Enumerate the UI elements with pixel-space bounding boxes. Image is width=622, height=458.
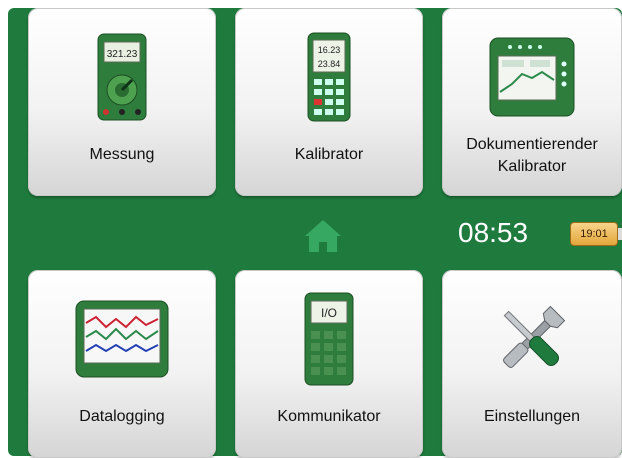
tile-datalogging[interactable]: Datalogging (28, 270, 216, 458)
svg-text:321.23: 321.23 (107, 49, 138, 60)
tile-label: Kommunikator (277, 408, 381, 425)
battery-tip (618, 228, 622, 240)
tile-label: Einstellungen (483, 408, 581, 425)
calibrator-icon: 16.23 23.84 (304, 32, 354, 122)
tile-label: Kalibrator (294, 146, 364, 163)
communicator-icon: I/O (301, 292, 357, 386)
home-icon[interactable] (303, 218, 343, 259)
svg-text:I/O: I/O (321, 306, 337, 320)
status-bar: 08:53 19:01 (8, 198, 622, 270)
svg-text:16.23: 16.23 (318, 45, 341, 55)
tile-kommunikator[interactable]: I/O Kommunikator (235, 270, 423, 458)
tile-kalibrator[interactable]: 16.23 23.84 Kalibrator (235, 8, 423, 196)
tile-label-line1: Dokumentierender (466, 136, 598, 153)
svg-text:23.84: 23.84 (318, 59, 341, 69)
datalogger-icon (74, 294, 170, 384)
tile-messung[interactable]: 321.23 Messung (28, 8, 216, 196)
tile-label: Dokumentierender Kalibrator (442, 134, 622, 178)
tile-label: Messung (89, 146, 155, 163)
wrench-screwdriver-icon (492, 294, 572, 384)
tile-dokumentierender-kalibrator[interactable]: Dokumentierender Kalibrator (442, 8, 622, 196)
clock: 08:53 (458, 217, 529, 248)
tile-label-line2: Kalibrator (497, 158, 567, 175)
battery-time: 19:01 (580, 228, 608, 240)
documenting-calibrator-icon (488, 32, 576, 122)
tile-label: Datalogging (79, 408, 165, 425)
tile-einstellungen[interactable]: Einstellungen (442, 270, 622, 458)
multimeter-icon: 321.23 (92, 32, 152, 122)
battery-indicator: 19:01 (570, 222, 622, 246)
